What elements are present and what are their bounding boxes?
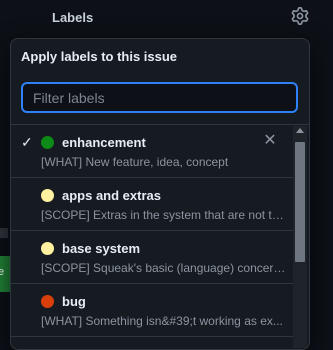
label-name: enhancement: [62, 135, 146, 150]
close-icon[interactable]: ✕: [260, 131, 280, 151]
labels-header: Labels: [52, 10, 94, 25]
label-description: [SCOPE] Extras in the system that are no…: [41, 208, 287, 222]
label-item-base-system[interactable]: base system [SCOPE] Squeak's basic (lang…: [11, 231, 293, 284]
label-name: base system: [62, 241, 141, 256]
label-picker-popover: Apply labels to this issue ✓ enhancement…: [10, 38, 310, 350]
label-color-dot: [41, 295, 54, 308]
background-right: [316, 0, 333, 339]
background-left-marker: [0, 228, 8, 238]
label-list: ✓ enhancement ✕ [WHAT] New feature, idea…: [11, 125, 293, 349]
label-item-apps-and-extras[interactable]: apps and extras [SCOPE] Extras in the sy…: [11, 178, 293, 231]
scrollbar-thumb[interactable]: [295, 142, 305, 262]
gear-icon[interactable]: [291, 7, 309, 25]
label-item-enhancement[interactable]: ✓ enhancement ✕ [WHAT] New feature, idea…: [11, 125, 293, 178]
popover-title: Apply labels to this issue: [21, 49, 178, 64]
label-color-dot: [41, 136, 54, 149]
label-color-dot: [41, 189, 54, 202]
background-green-button[interactable]: e: [0, 256, 10, 292]
filter-labels-input[interactable]: [21, 82, 298, 113]
label-name: bug: [62, 294, 86, 309]
check-icon: ✓: [21, 134, 33, 150]
label-name: apps and extras: [62, 188, 161, 203]
label-description: [WHAT] Something isn&#39;t working as ex…: [41, 314, 283, 328]
label-description: [WHAT] New feature, idea, concept: [41, 155, 229, 169]
label-item-bug[interactable]: bug [WHAT] Something isn&#39;t working a…: [11, 284, 293, 337]
filter-wrap: [21, 82, 298, 113]
label-color-dot: [41, 242, 54, 255]
label-description: [SCOPE] Squeak's basic (language) concer…: [41, 261, 287, 275]
scroll-up-arrow-icon[interactable]: [296, 128, 304, 133]
